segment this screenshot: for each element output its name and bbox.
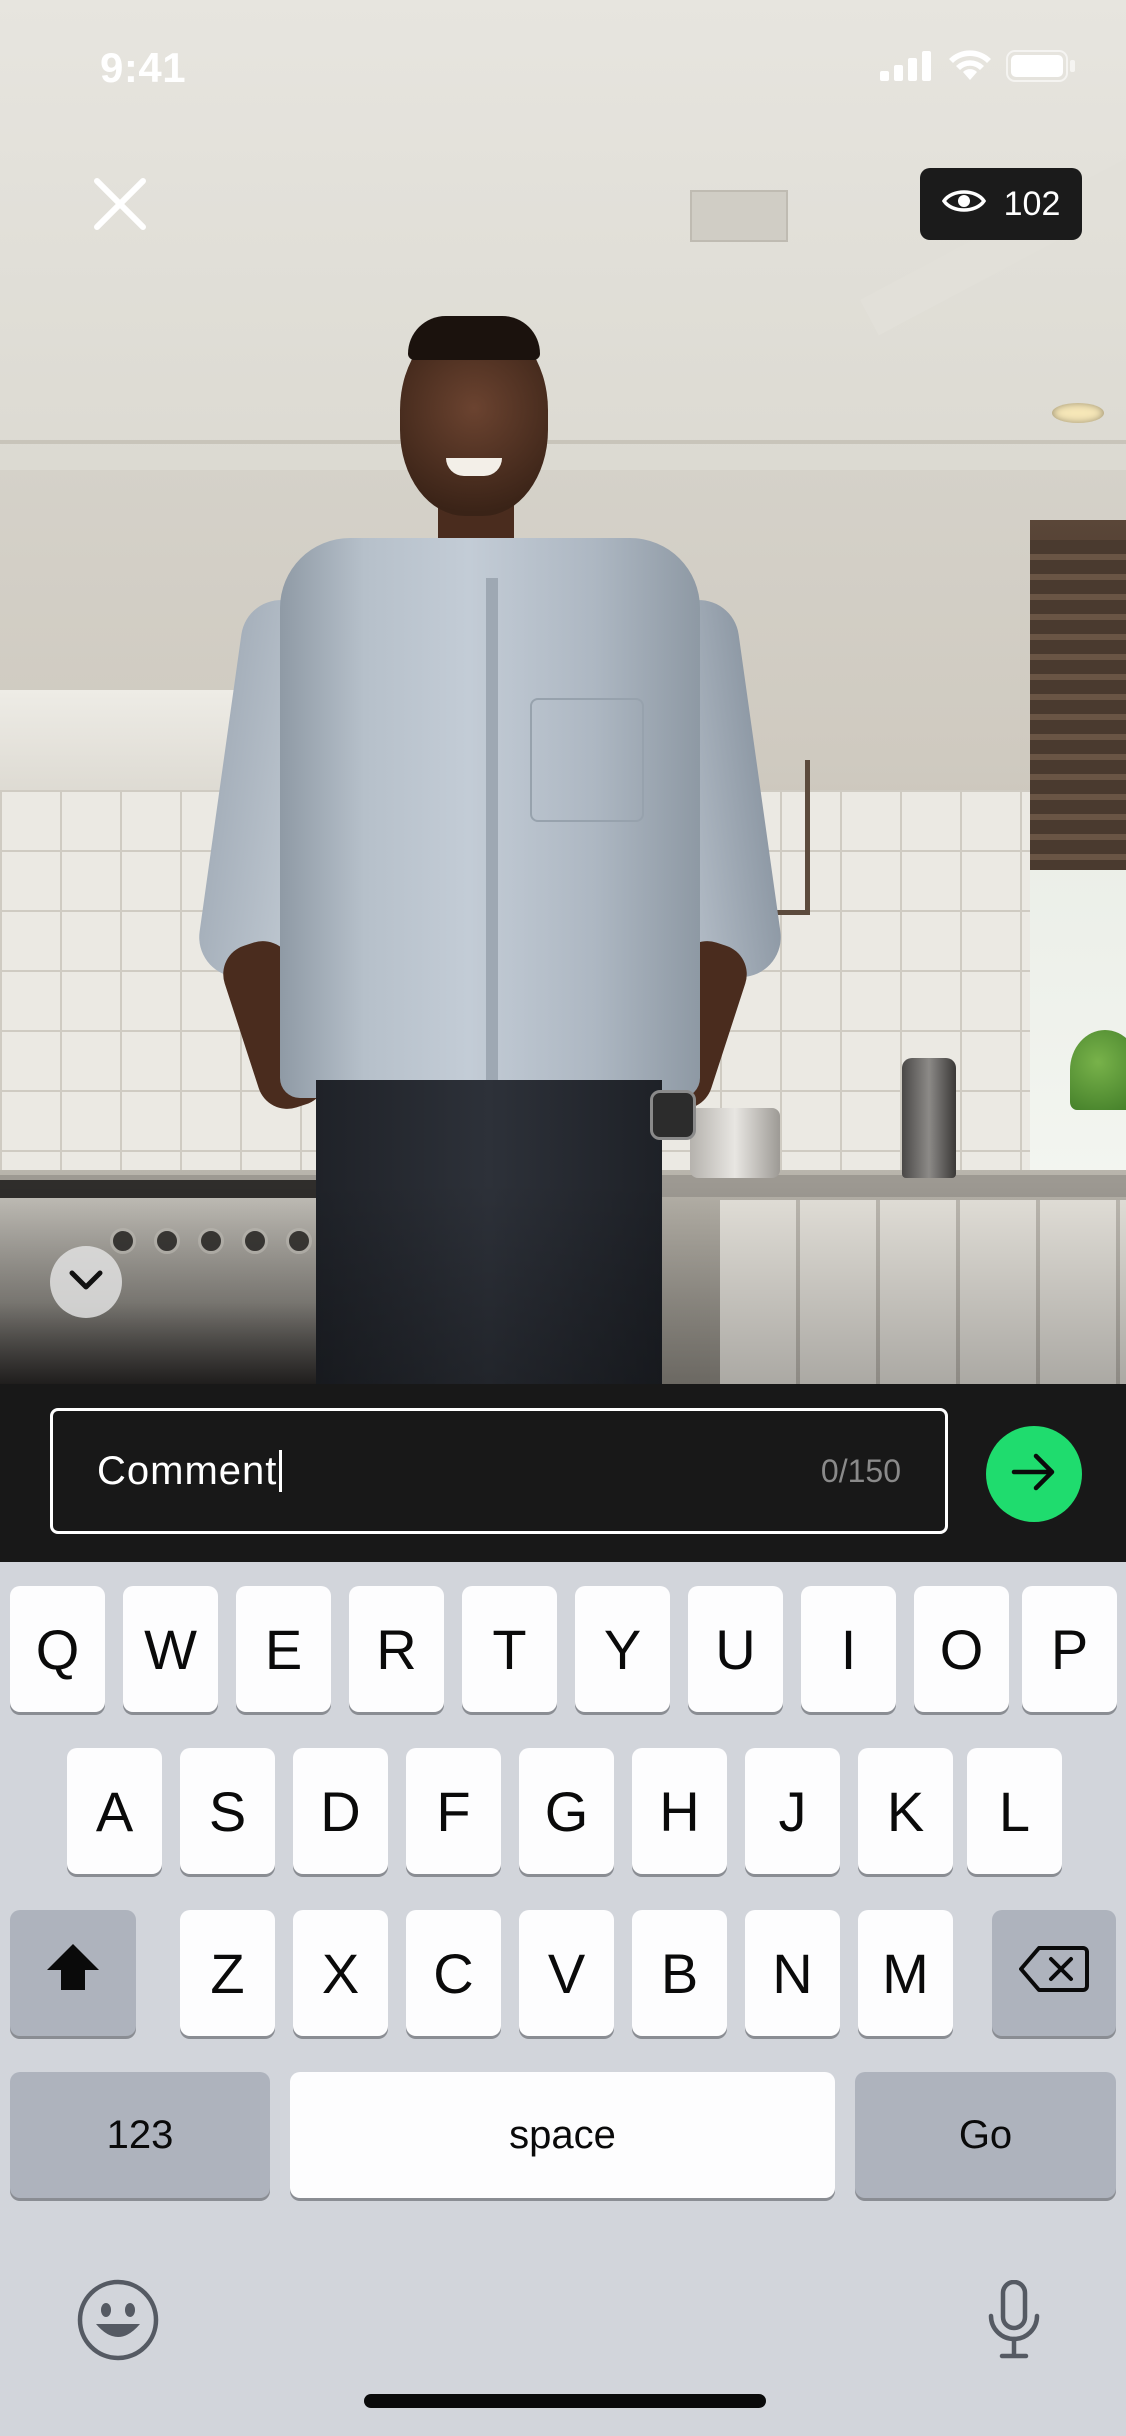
key-k[interactable]: K: [858, 1748, 953, 1874]
key-r[interactable]: R: [349, 1586, 444, 1712]
key-o[interactable]: O: [914, 1586, 1009, 1712]
close-button[interactable]: [82, 168, 158, 244]
arrow-right-icon: [1010, 1452, 1058, 1497]
key-d[interactable]: D: [293, 1748, 388, 1874]
key-c[interactable]: C: [406, 1910, 501, 2036]
key-n[interactable]: N: [745, 1910, 840, 2036]
eye-icon: [941, 185, 986, 224]
key-s[interactable]: S: [180, 1748, 275, 1874]
key-g[interactable]: G: [519, 1748, 614, 1874]
delete-key[interactable]: [992, 1910, 1116, 2036]
emoji-button[interactable]: [72, 2276, 164, 2368]
key-h[interactable]: H: [632, 1748, 727, 1874]
home-indicator[interactable]: [364, 2394, 766, 2408]
key-e[interactable]: E: [236, 1586, 331, 1712]
comment-input[interactable]: Comment 0/150: [50, 1408, 948, 1534]
viewer-count-badge: 102: [920, 168, 1082, 240]
keyboard: Q W E R T Y U I O P A S D F G H J K L Z …: [0, 1562, 1126, 2436]
signal-icon: [880, 51, 934, 86]
key-p[interactable]: P: [1022, 1586, 1117, 1712]
viewer-count: 102: [1003, 184, 1061, 223]
dictation-button[interactable]: [974, 2276, 1054, 2368]
key-q[interactable]: Q: [10, 1586, 105, 1712]
collapse-button[interactable]: [50, 1246, 122, 1318]
character-counter: 0/150: [820, 1452, 901, 1489]
key-a[interactable]: A: [67, 1748, 162, 1874]
delete-icon: [1019, 1941, 1089, 2006]
key-z[interactable]: Z: [180, 1910, 275, 2036]
go-key[interactable]: Go: [855, 2072, 1116, 2198]
battery-icon: [1006, 50, 1076, 87]
key-w[interactable]: W: [123, 1586, 218, 1712]
key-i[interactable]: I: [801, 1586, 896, 1712]
status-time: 9:41: [100, 44, 187, 91]
key-m[interactable]: M: [858, 1910, 953, 2036]
live-stream-screen: 9:41 102 Comment 0/150 Q W E R T Y U I O…: [0, 0, 1126, 2436]
numbers-key[interactable]: 123: [10, 2072, 270, 2198]
shift-icon: [43, 1940, 103, 2007]
chevron-down-icon: [69, 1269, 103, 1296]
key-b[interactable]: B: [632, 1910, 727, 2036]
wifi-icon: [948, 50, 992, 87]
comment-text: Comment: [97, 1448, 278, 1493]
status-icons: [880, 50, 1076, 87]
comment-bar: Comment 0/150: [0, 1384, 1126, 1562]
space-key[interactable]: space: [290, 2072, 835, 2198]
key-v[interactable]: V: [519, 1910, 614, 2036]
key-j[interactable]: J: [745, 1748, 840, 1874]
emoji-icon: [76, 2278, 160, 2367]
key-l[interactable]: L: [967, 1748, 1062, 1874]
key-t[interactable]: T: [462, 1586, 557, 1712]
close-icon: [93, 177, 147, 236]
key-u[interactable]: U: [688, 1586, 783, 1712]
send-button[interactable]: [986, 1426, 1082, 1522]
key-x[interactable]: X: [293, 1910, 388, 2036]
shift-key[interactable]: [10, 1910, 136, 2036]
microphone-icon: [986, 2279, 1042, 2365]
key-y[interactable]: Y: [575, 1586, 670, 1712]
text-caret: [279, 1450, 283, 1492]
kitchen-window: [1030, 520, 1126, 1220]
key-f[interactable]: F: [406, 1748, 501, 1874]
